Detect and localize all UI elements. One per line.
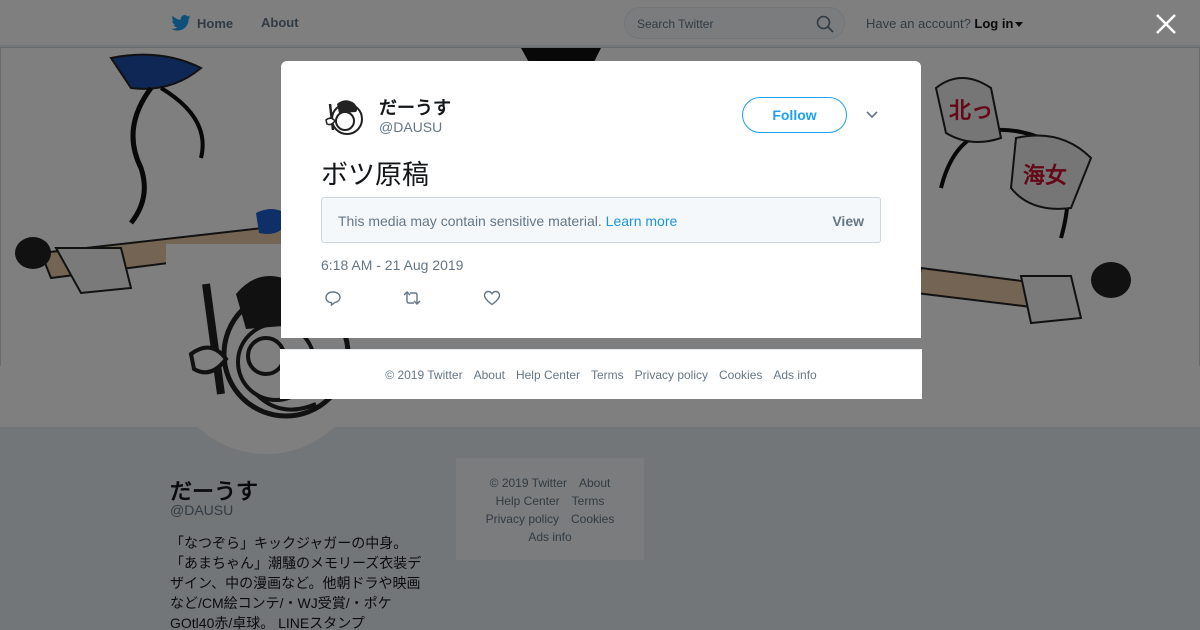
modal-footer-copyright: © 2019 Twitter	[385, 367, 463, 382]
close-icon[interactable]	[1154, 12, 1178, 36]
reply-icon[interactable]	[324, 289, 342, 307]
modal-footer-privacy[interactable]: Privacy policy	[635, 368, 708, 382]
tweet-author-name[interactable]: だーうす	[379, 94, 451, 120]
chevron-down-icon[interactable]	[864, 108, 880, 122]
sensitive-message-container: This media may contain sensitive materia…	[338, 213, 677, 229]
follow-button[interactable]: Follow	[742, 97, 847, 133]
avatar-illustration	[325, 100, 363, 135]
sensitive-media-notice: This media may contain sensitive materia…	[321, 197, 881, 243]
tweet-text: ボツ原稿	[321, 160, 429, 190]
tweet-modal: だーうす @DAUSU Follow ボツ原稿 This media may c…	[281, 61, 921, 338]
view-button[interactable]: View	[832, 213, 864, 229]
modal-footer-ads[interactable]: Ads info	[773, 368, 816, 382]
modal-footer-help[interactable]: Help Center	[516, 368, 580, 382]
tweet-timestamp[interactable]: 6:18 AM - 21 Aug 2019	[321, 257, 463, 273]
retweet-icon[interactable]	[403, 289, 421, 307]
modal-footer: © 2019 Twitter About Help Center Terms P…	[280, 349, 922, 399]
sensitive-message: This media may contain sensitive materia…	[338, 213, 602, 229]
like-icon[interactable]	[483, 289, 501, 307]
tweet-author-handle[interactable]: @DAUSU	[379, 119, 442, 135]
modal-footer-terms[interactable]: Terms	[591, 368, 624, 382]
tweet-author-avatar[interactable]	[321, 94, 367, 140]
modal-footer-cookies[interactable]: Cookies	[719, 368, 762, 382]
modal-footer-about[interactable]: About	[474, 368, 505, 382]
learn-more-link[interactable]: Learn more	[606, 213, 678, 229]
